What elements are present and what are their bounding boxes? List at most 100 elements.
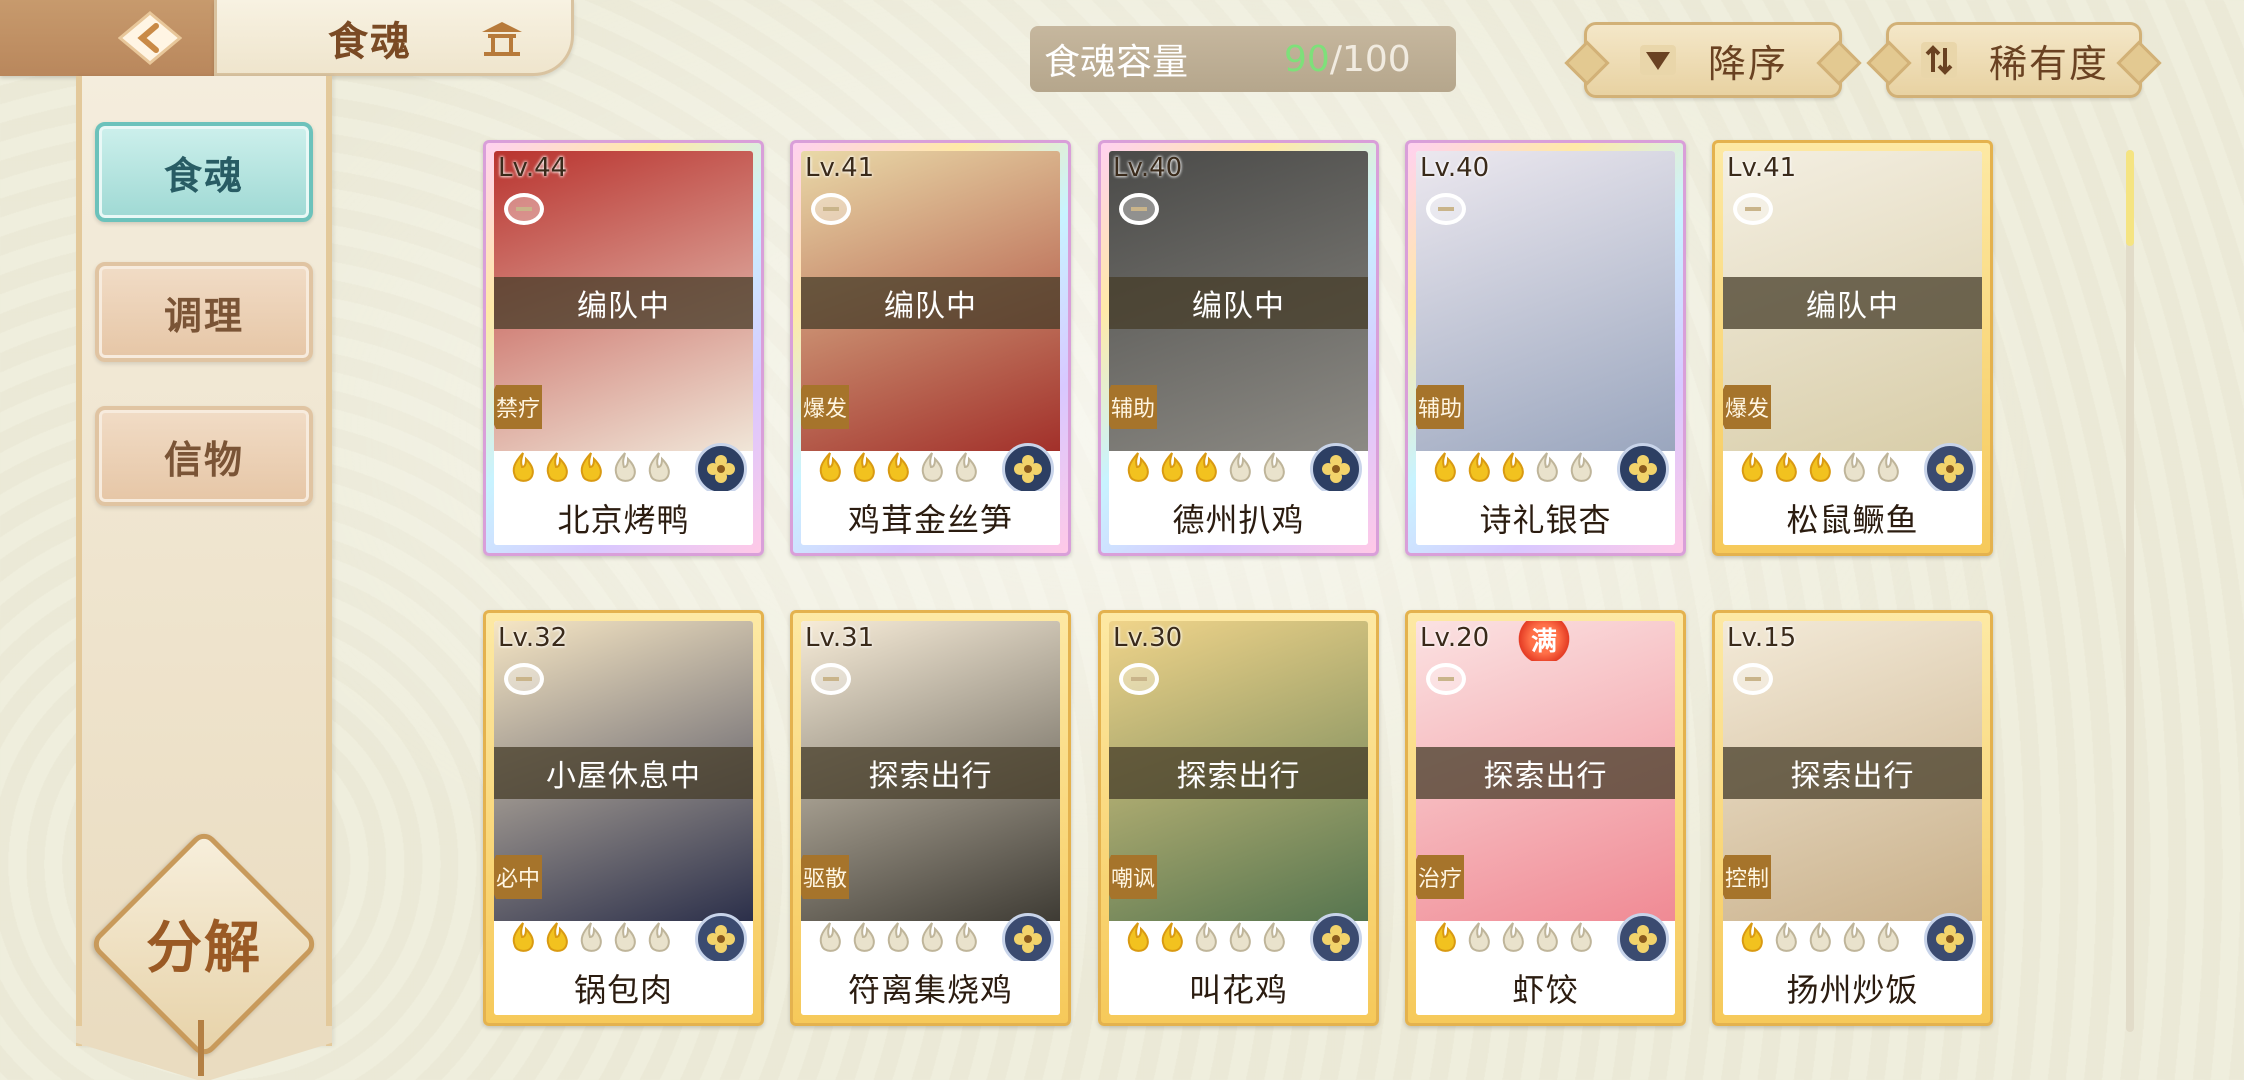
lock-ring-icon xyxy=(1733,663,1773,695)
flame-star-unlit-icon xyxy=(580,922,602,952)
role-tag: 爆发 xyxy=(801,385,849,429)
food-soul-card[interactable]: Lv.41 编队中爆发鸡茸金丝笋 xyxy=(790,140,1071,556)
flame-star-unlit-icon xyxy=(648,922,670,952)
level-label: Lv.41 xyxy=(1727,153,1797,183)
capacity-separator: / xyxy=(1329,38,1342,80)
sort-order-label: 降序 xyxy=(1707,41,1788,86)
role-tag: 驱散 xyxy=(801,855,849,899)
star-rating xyxy=(1123,921,1289,957)
food-soul-grid: Lv.44 编队中 禁疗 北京烤鸭 Lv.41 编队中 爆发 鸡茸金丝笋 Lv.40 编队中 辅助德… xyxy=(483,140,1993,1030)
status-banner: 探索出行 xyxy=(1109,747,1368,799)
decompose-button[interactable]: 分解 xyxy=(112,900,296,986)
tab-condition[interactable]: 调理 xyxy=(95,262,313,362)
back-button[interactable] xyxy=(108,8,192,68)
capacity-label: 食魂容量 xyxy=(1044,42,1189,83)
lock-ring-icon xyxy=(1119,663,1159,695)
capacity-max: 100 xyxy=(1341,38,1411,80)
tab-label: 食魂 xyxy=(163,152,244,198)
tab-food-souls[interactable]: 食魂 xyxy=(95,122,313,222)
star-rating xyxy=(508,451,674,487)
sort-order-button[interactable]: 降序 xyxy=(1584,22,1842,98)
flame-star-unlit-icon xyxy=(819,922,841,952)
flame-star-unlit-icon xyxy=(1570,922,1592,952)
flame-star-lit-icon xyxy=(1161,922,1183,952)
character-name: 北京烤鸭 xyxy=(494,491,753,545)
role-tag: 必中 xyxy=(494,855,542,899)
flame-star-unlit-icon xyxy=(1570,452,1592,482)
max-level-badge: 满 xyxy=(1516,621,1572,661)
capacity-display: 食魂容量 90 / 100 xyxy=(1030,26,1456,92)
flame-star-unlit-icon xyxy=(1775,922,1797,952)
card-inner: Lv.44 编队中 禁疗 北京烤鸭 xyxy=(494,151,753,545)
sort-key-button[interactable]: 稀有度 xyxy=(1886,22,2142,98)
status-banner: 编队中 xyxy=(494,277,753,329)
status-banner: 编队中 xyxy=(1723,277,1982,329)
food-soul-card[interactable]: Lv.40 编队中 辅助 德州扒鸡 xyxy=(1098,140,1379,556)
card-inner: Lv.40 辅助 诗礼银杏 xyxy=(1416,151,1675,545)
lock-ring-icon xyxy=(811,663,851,695)
status-banner: 小屋休息中 xyxy=(494,747,753,799)
star-rating xyxy=(1123,451,1289,487)
character-name: 虾饺 xyxy=(1416,961,1675,1015)
flame-star-unlit-icon xyxy=(1229,452,1251,482)
flame-star-unlit-icon xyxy=(1502,922,1524,952)
pavilion-home-icon[interactable] xyxy=(478,18,526,60)
flame-star-lit-icon xyxy=(1741,452,1763,482)
card-inner: Lv.20 满探索出行 治疗 虾饺 xyxy=(1416,621,1675,1015)
level-label: Lv.30 xyxy=(1113,623,1183,653)
food-soul-card[interactable]: Lv.15 探索出行 控制 扬州炒饭 xyxy=(1712,610,1993,1026)
flame-star-unlit-icon xyxy=(1468,922,1490,952)
triangle-down-icon xyxy=(1639,45,1676,75)
capacity-current: 90 xyxy=(1284,38,1330,80)
role-tag: 辅助 xyxy=(1109,385,1157,429)
flame-star-lit-icon xyxy=(819,452,841,482)
character-name: 叫花鸡 xyxy=(1109,961,1368,1015)
flame-star-lit-icon xyxy=(546,922,568,952)
card-inner: Lv.41 编队中爆发鸡茸金丝笋 xyxy=(801,151,1060,545)
food-soul-card[interactable]: Lv.41 编队中爆发松鼠鳜鱼 xyxy=(1712,140,1993,556)
flame-star-lit-icon xyxy=(853,452,875,482)
character-name: 德州扒鸡 xyxy=(1109,491,1368,545)
lock-ring-icon xyxy=(1426,193,1466,225)
flame-star-lit-icon xyxy=(1502,452,1524,482)
flame-star-unlit-icon xyxy=(1263,452,1285,482)
flame-star-unlit-icon xyxy=(1536,922,1558,952)
character-name: 松鼠鳜鱼 xyxy=(1723,491,1982,545)
flame-star-lit-icon xyxy=(512,452,534,482)
scrollbar-thumb[interactable] xyxy=(2126,150,2134,246)
scrollbar-track[interactable] xyxy=(2126,150,2134,1032)
food-soul-card[interactable]: Lv.20 满探索出行 治疗 虾饺 xyxy=(1405,610,1686,1026)
flame-star-lit-icon xyxy=(1741,922,1763,952)
star-rating xyxy=(815,451,981,487)
flame-star-unlit-icon xyxy=(887,922,909,952)
card-inner: Lv.15 探索出行 控制 扬州炒饭 xyxy=(1723,621,1982,1015)
flame-star-lit-icon xyxy=(1161,452,1183,482)
character-name: 扬州炒饭 xyxy=(1723,961,1982,1015)
flame-star-unlit-icon xyxy=(955,922,977,952)
food-soul-card[interactable]: Lv.30 探索出行 嘲讽 叫花鸡 xyxy=(1098,610,1379,1026)
character-name: 鸡茸金丝笋 xyxy=(801,491,1060,545)
star-rating xyxy=(1737,451,1903,487)
flame-star-unlit-icon xyxy=(614,452,636,482)
element-flower-icon xyxy=(1924,913,1976,965)
flame-star-unlit-icon xyxy=(1536,452,1558,482)
role-tag: 治疗 xyxy=(1416,855,1464,899)
flame-star-unlit-icon xyxy=(648,452,670,482)
lock-ring-icon xyxy=(504,663,544,695)
status-banner: 编队中 xyxy=(801,277,1060,329)
flame-star-lit-icon xyxy=(1195,452,1217,482)
sort-key-label: 稀有度 xyxy=(1988,41,2109,86)
status-banner: 编队中 xyxy=(1109,277,1368,329)
level-label: Lv.41 xyxy=(805,153,875,183)
flame-star-unlit-icon xyxy=(1843,452,1865,482)
food-soul-card[interactable]: Lv.44 编队中 禁疗 北京烤鸭 xyxy=(483,140,764,556)
food-soul-card[interactable]: Lv.31 探索出行 驱散 符离集烧鸡 xyxy=(790,610,1071,1026)
food-soul-card[interactable]: Lv.32 小屋休息中 必中 锅包肉 xyxy=(483,610,764,1026)
food-soul-card[interactable]: Lv.40 辅助 诗礼银杏 xyxy=(1405,140,1686,556)
star-rating xyxy=(815,921,981,957)
star-rating xyxy=(508,921,674,957)
role-tag: 爆发 xyxy=(1723,385,1771,429)
tab-tokens[interactable]: 信物 xyxy=(95,406,313,506)
star-rating xyxy=(1430,921,1596,957)
flame-star-unlit-icon xyxy=(921,922,943,952)
